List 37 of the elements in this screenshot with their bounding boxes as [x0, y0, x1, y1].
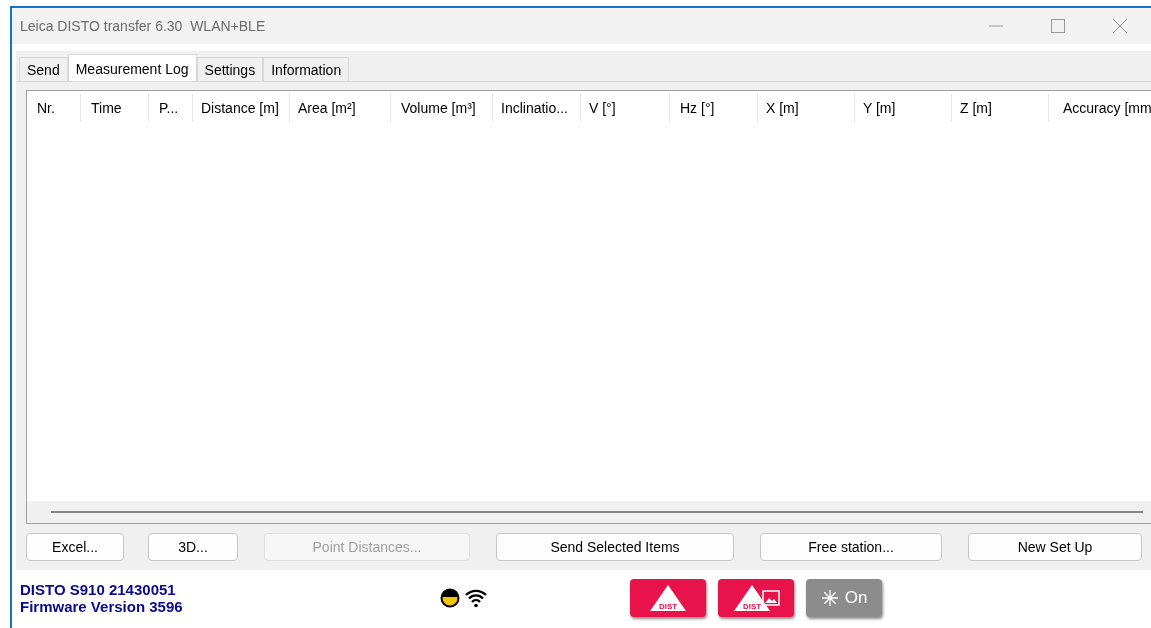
column-header[interactable]: Time: [81, 94, 149, 122]
column-header[interactable]: Hz [°]: [670, 94, 758, 122]
column-header[interactable]: Z [m]: [952, 94, 1049, 122]
device-name: DISTO S910 21430051: [20, 581, 177, 598]
firmware-version: Firmware Version 3596: [20, 598, 184, 615]
device-status-icon: [440, 588, 460, 608]
action-button[interactable]: 3D...: [148, 533, 238, 561]
close-icon: [1113, 19, 1127, 33]
dist-label: DIST: [657, 602, 679, 611]
maximize-icon: [1051, 19, 1065, 33]
column-header[interactable]: X [m]: [758, 94, 855, 122]
action-button[interactable]: Excel...: [26, 533, 124, 561]
action-button[interactable]: New Set Up: [968, 533, 1142, 561]
measure-image-button[interactable]: DIST: [718, 579, 794, 617]
tab[interactable]: Information: [263, 57, 350, 81]
window-title: Leica DISTO transfer 6.30 WLAN+BLE: [20, 18, 267, 34]
dist-label: DIST: [741, 602, 763, 611]
measure-button[interactable]: DIST: [630, 579, 706, 617]
triangle-icon: [732, 584, 772, 612]
column-header[interactable]: Distance [m]: [193, 94, 290, 122]
laser-icon: [820, 589, 839, 607]
tab[interactable]: Settings: [196, 57, 264, 81]
tab[interactable]: Send: [19, 57, 68, 81]
column-header[interactable]: Volume [m³]: [391, 94, 493, 122]
column-header[interactable]: Accuracy [mm: [1049, 94, 1151, 122]
action-button[interactable]: Send Selected Items: [496, 533, 734, 561]
column-header[interactable]: Y [m]: [855, 94, 952, 122]
column-header[interactable]: Area [m²]: [290, 94, 391, 122]
column-header[interactable]: Inclinatio...: [493, 94, 581, 122]
column-header[interactable]: P...: [149, 94, 193, 122]
image-icon: [762, 590, 780, 606]
horizontal-scrollbar[interactable]: [27, 501, 1151, 523]
action-button[interactable]: Free station...: [760, 533, 942, 561]
triangle-icon: [648, 584, 688, 612]
tab[interactable]: Measurement Log: [67, 54, 197, 82]
column-header[interactable]: V [°]: [581, 94, 670, 122]
column-header[interactable]: Nr.: [27, 94, 81, 122]
